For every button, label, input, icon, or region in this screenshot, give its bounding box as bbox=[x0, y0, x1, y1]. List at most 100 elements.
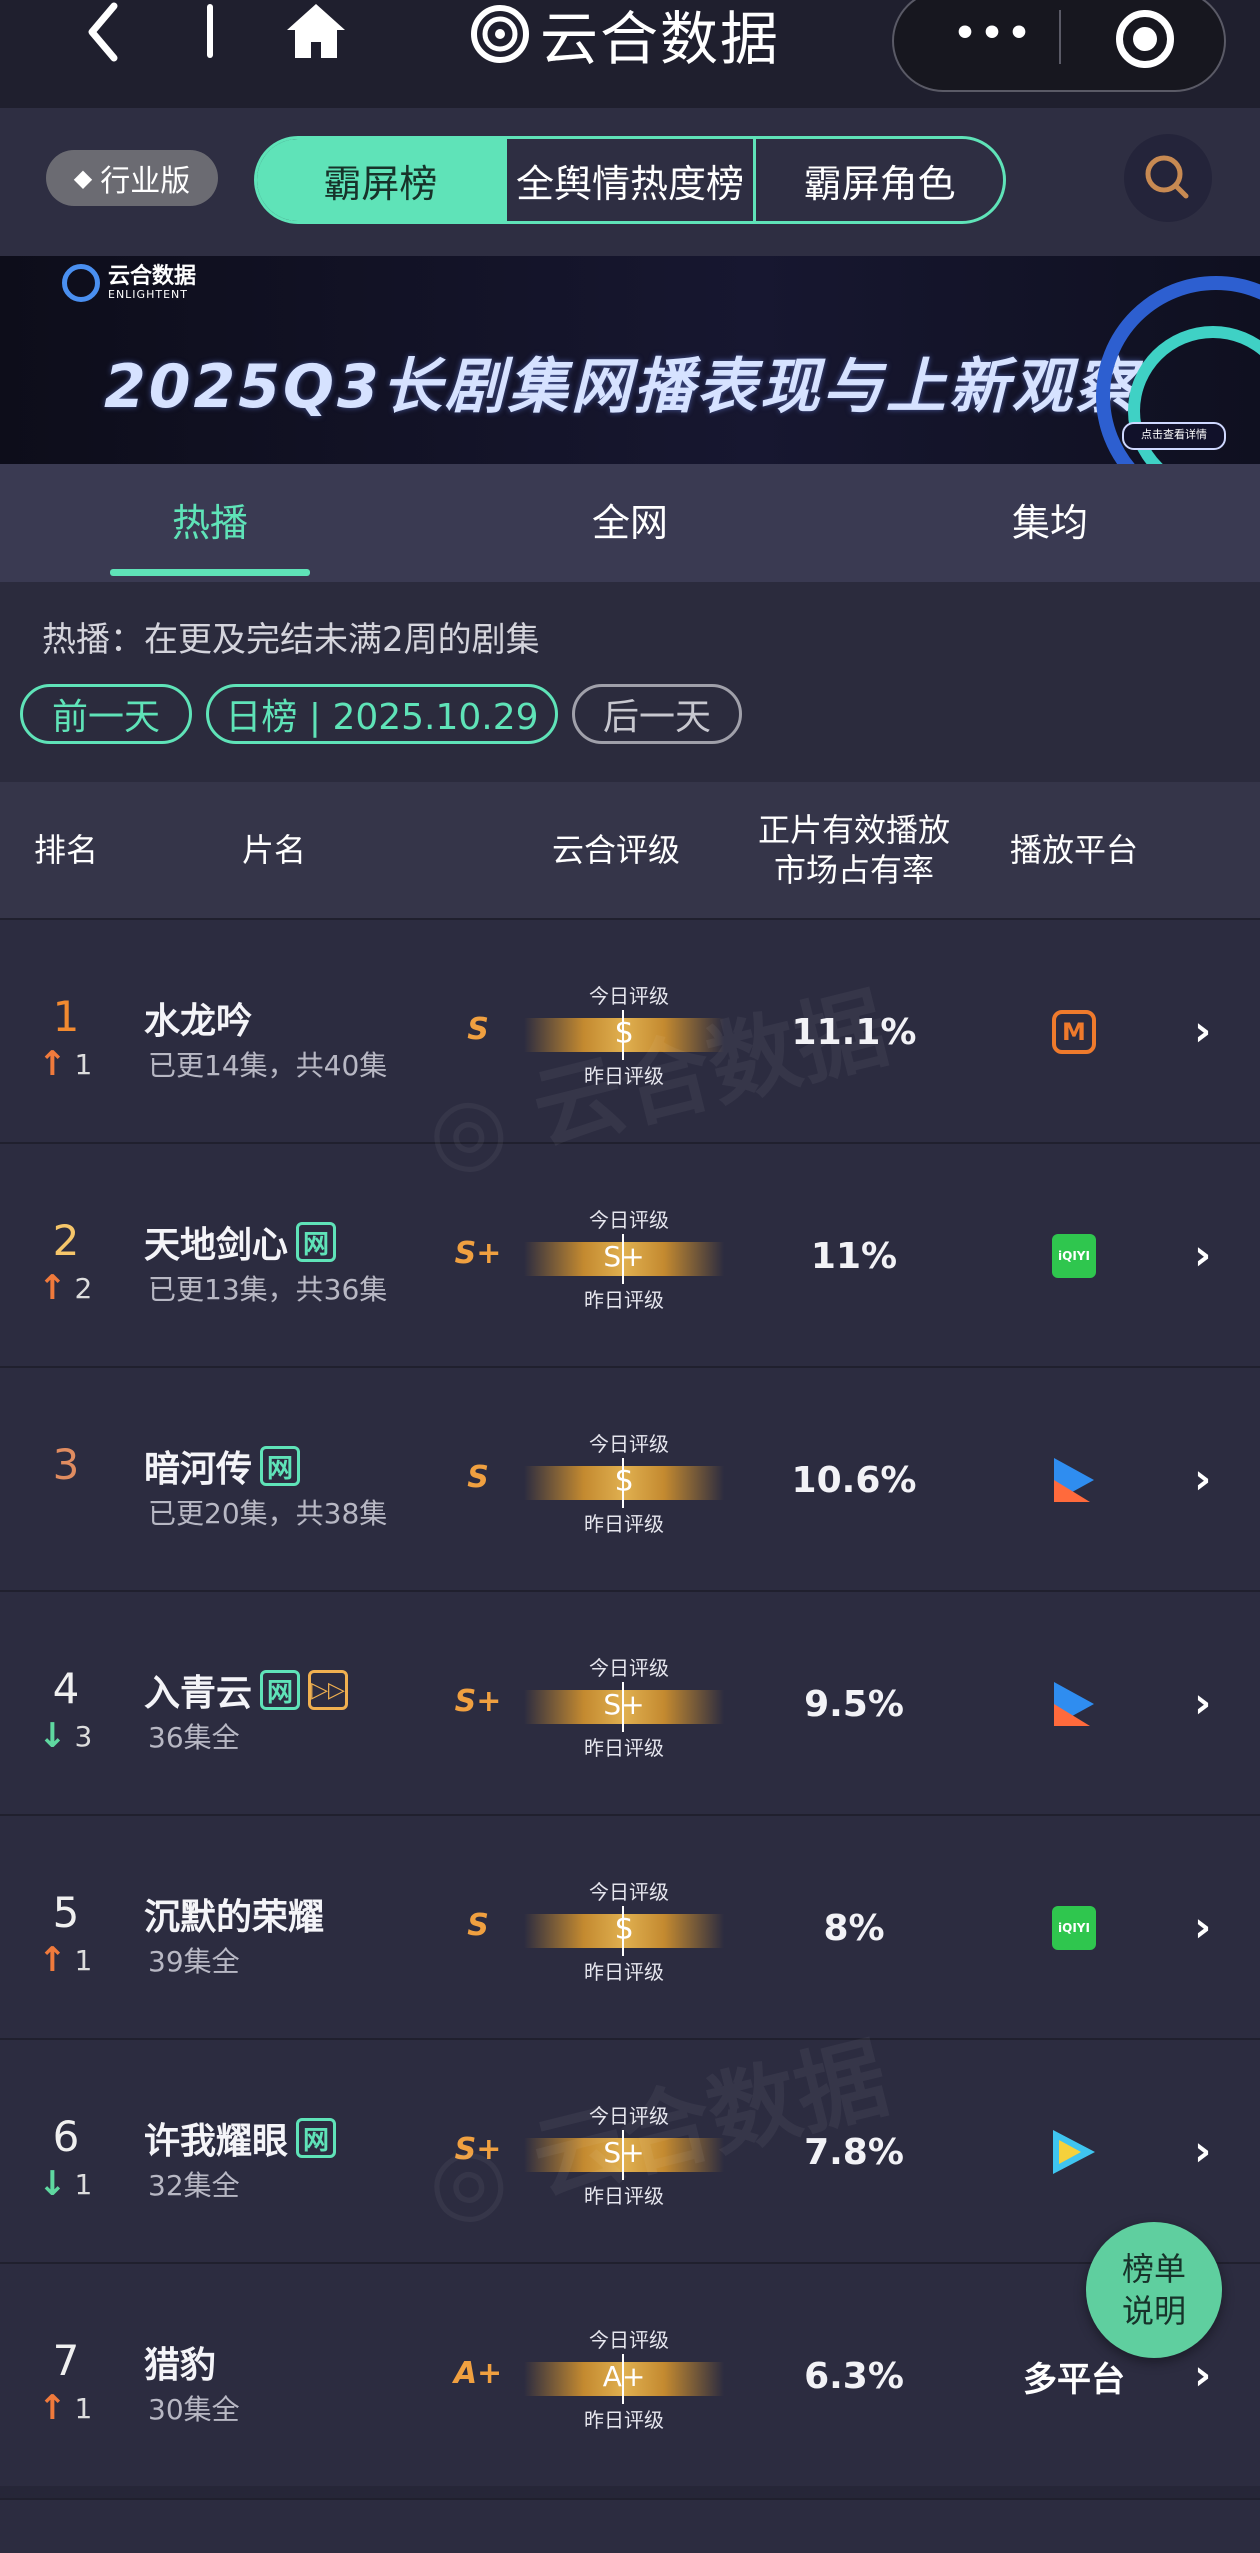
table-row[interactable]: 7 ↑ 1 猎豹 30集全 A+ 今日评级 A+ 昨日评级 6.3% 多平台 › bbox=[0, 2262, 1260, 2486]
tab-per-episode[interactable]: 集均 bbox=[840, 464, 1260, 582]
ranking-description: 热播：在更及完结未满2周的剧集 bbox=[42, 620, 540, 660]
tab-hot[interactable]: 热播 bbox=[0, 464, 420, 582]
grade-today-value: S bbox=[615, 1912, 633, 1945]
table-row[interactable]: 6 ↓ 1 许我耀眼网 32集全 S+ 今日评级 S+ 昨日评级 7.8% › bbox=[0, 2038, 1260, 2262]
iqiyi-icon: iQIYI bbox=[1052, 1906, 1096, 1950]
rank-change: ↑ 1 bbox=[38, 2388, 108, 2428]
tencent-video-icon bbox=[1053, 2130, 1095, 2174]
table-row[interactable]: 2 ↑ 2 天地剑心网已更13集，共36集 S+ 今日评级 S+ 昨日评级 11% iQIYI › bbox=[0, 1142, 1260, 1366]
show-title-line: 水龙吟 bbox=[144, 992, 252, 1044]
rank-up-icon: ↑ bbox=[38, 1940, 67, 1980]
grade-today-label: 今日评级 bbox=[589, 2328, 669, 2352]
grade-yesterday-label: 昨日评级 bbox=[584, 1064, 664, 1088]
show-title-line: 猎豹 bbox=[144, 2336, 216, 2388]
show-title-line: 许我耀眼网 bbox=[144, 2112, 337, 2164]
grade-today-value: S bbox=[615, 1464, 633, 1497]
search-button[interactable] bbox=[1124, 134, 1212, 222]
diamond-icon: ◆ bbox=[73, 164, 93, 192]
rank-change-value: 1 bbox=[74, 2391, 93, 2425]
grade-yesterday-label: 昨日评级 bbox=[584, 1736, 664, 1760]
episode-status: 30集全 bbox=[148, 2393, 240, 2426]
brand-logo-icon bbox=[62, 264, 100, 302]
chevron-right-icon[interactable]: › bbox=[1194, 2126, 1211, 2175]
more-button[interactable]: ••• bbox=[934, 0, 1054, 82]
banner-logo-cn: 云合数据 bbox=[108, 263, 197, 289]
chevron-right-icon[interactable]: › bbox=[1194, 1454, 1211, 1503]
segment-sentiment-ranking[interactable]: 全舆情热度榜 bbox=[503, 139, 754, 221]
help-line1: 榜单 bbox=[1121, 2250, 1186, 2288]
rank-change: ↑ 1 bbox=[38, 1044, 108, 1084]
grade-yesterday-label: 昨日评级 bbox=[584, 1288, 664, 1312]
mini-program-capsule: ••• bbox=[892, 0, 1226, 92]
current-date-button[interactable]: 日榜 | 2025.10.29 bbox=[206, 684, 558, 744]
header-platform: 播放平台 bbox=[1009, 831, 1138, 869]
target-icon[interactable] bbox=[1116, 10, 1174, 68]
platform-cell: iQIYI bbox=[1000, 1902, 1148, 1954]
chevron-right-icon[interactable]: › bbox=[1194, 1006, 1211, 1055]
grade-today-value: A+ bbox=[602, 2360, 646, 2393]
network-drama-tag: 网 bbox=[260, 1670, 301, 1710]
episode-status: 已更20集，共38集 bbox=[148, 1497, 388, 1530]
grade-today-value: S+ bbox=[603, 2136, 645, 2169]
grade-yesterday-value: S+ bbox=[454, 2132, 502, 2167]
banner-title: 2025Q3长剧集网播表现与上新观察 bbox=[104, 352, 1138, 422]
grade-today-value: S+ bbox=[603, 1240, 645, 1273]
table-row[interactable]: 3 暗河传网已更20集，共38集 S 今日评级 S 昨日评级 10.6% › bbox=[0, 1366, 1260, 1590]
description-area: 热播：在更及完结未满2周的剧集 前一天 日榜 | 2025.10.29 后一天 bbox=[0, 582, 1260, 782]
rank-down-icon: ↓ bbox=[38, 1716, 67, 1756]
rank-number: 1 bbox=[52, 992, 80, 1041]
table-row[interactable]: 1 ↑ 1 水龙吟 已更14集，共40集 S 今日评级 S 昨日评级 11.1% M › bbox=[0, 918, 1260, 1142]
show-title-line: 天地剑心网 bbox=[144, 1216, 337, 1268]
header-grade: 云合评级 bbox=[551, 831, 680, 869]
edition-chip[interactable]: ◆ 行业版 bbox=[46, 150, 218, 206]
rank-change: ↓ 3 bbox=[38, 1716, 108, 1756]
table-row[interactable]: 5 ↑ 1 沉默的荣耀 39集全 S 今日评级 S 昨日评级 8% iQIYI › bbox=[0, 1814, 1260, 2038]
header-rank: 排名 bbox=[33, 831, 98, 869]
episode-status: 已更14集，共40集 bbox=[148, 1049, 388, 1082]
chevron-right-icon[interactable]: › bbox=[1194, 2350, 1211, 2399]
chevron-right-icon[interactable]: › bbox=[1194, 1902, 1211, 1951]
ranking-tabs: 热播 全网 集均 bbox=[0, 464, 1260, 582]
banner-cta-button[interactable]: 点击查看详情 bbox=[1122, 422, 1226, 450]
grade-today-label: 今日评级 bbox=[589, 1880, 669, 1904]
grade-yesterday-value: S+ bbox=[454, 1684, 502, 1719]
brand-logo-icon bbox=[471, 5, 529, 63]
rank-change-value: 1 bbox=[74, 1943, 93, 1977]
segment-screen-ranking[interactable]: 霸屏榜 bbox=[257, 139, 504, 221]
top-nav-bar: 云合数据 ••• bbox=[0, 0, 1260, 108]
promo-banner[interactable]: 云合数据 ENLIGHTENT 2025Q3长剧集网播表现与上新观察 点击查看详… bbox=[0, 256, 1260, 464]
rank-up-icon: ↑ bbox=[38, 2388, 67, 2428]
grade-today-label: 今日评级 bbox=[589, 1208, 669, 1232]
show-name: 水龙吟 bbox=[144, 1001, 253, 1042]
youku-icon bbox=[1054, 1458, 1094, 1502]
grade-yesterday-label: 昨日评级 bbox=[584, 2408, 664, 2432]
platform-cell: M bbox=[1000, 1006, 1148, 1058]
next-day-button[interactable]: 后一天 bbox=[572, 684, 742, 744]
rank-number: 5 bbox=[52, 1888, 80, 1937]
grade-yesterday-label: 昨日评级 bbox=[584, 1960, 664, 1984]
prev-day-button[interactable]: 前一天 bbox=[20, 684, 192, 744]
banner-logo: 云合数据 ENLIGHTENT bbox=[62, 264, 196, 302]
platform-cell bbox=[1000, 2126, 1148, 2178]
ranking-help-button[interactable]: 榜单 说明 bbox=[1086, 2222, 1222, 2358]
table-row[interactable]: 4 ↓ 3 入青云网 ▷▷ 36集全 S+ 今日评级 S+ 昨日评级 9.5% › bbox=[0, 1590, 1260, 1814]
chevron-right-icon[interactable]: › bbox=[1194, 1678, 1211, 1727]
back-button[interactable] bbox=[78, 0, 128, 64]
rank-change: ↑ 2 bbox=[38, 1268, 108, 1308]
youku-icon bbox=[1054, 1682, 1094, 1726]
list-bottom bbox=[0, 2498, 1260, 2553]
segment-character-ranking[interactable]: 霸屏角色 bbox=[753, 139, 1003, 221]
home-button[interactable] bbox=[283, 0, 349, 64]
rank-number: 2 bbox=[52, 1216, 80, 1265]
rank-up-icon: ↑ bbox=[38, 1268, 67, 1308]
tab-all-network[interactable]: 全网 bbox=[420, 464, 840, 582]
help-line2: 说明 bbox=[1121, 2292, 1186, 2330]
fast-forward-tag-icon: ▷▷ bbox=[308, 1670, 349, 1710]
chevron-right-icon[interactable]: › bbox=[1194, 1230, 1211, 1279]
filter-row: ◆ 行业版 霸屏榜 全舆情热度榜 霸屏角色 bbox=[0, 108, 1260, 256]
episode-status: 32集全 bbox=[148, 2169, 240, 2202]
header-title: 片名 bbox=[241, 831, 306, 869]
show-title-line: 沉默的荣耀 bbox=[144, 1888, 324, 1940]
show-name: 暗河传 bbox=[144, 1449, 253, 1490]
rank-down-icon: ↓ bbox=[38, 2164, 67, 2204]
